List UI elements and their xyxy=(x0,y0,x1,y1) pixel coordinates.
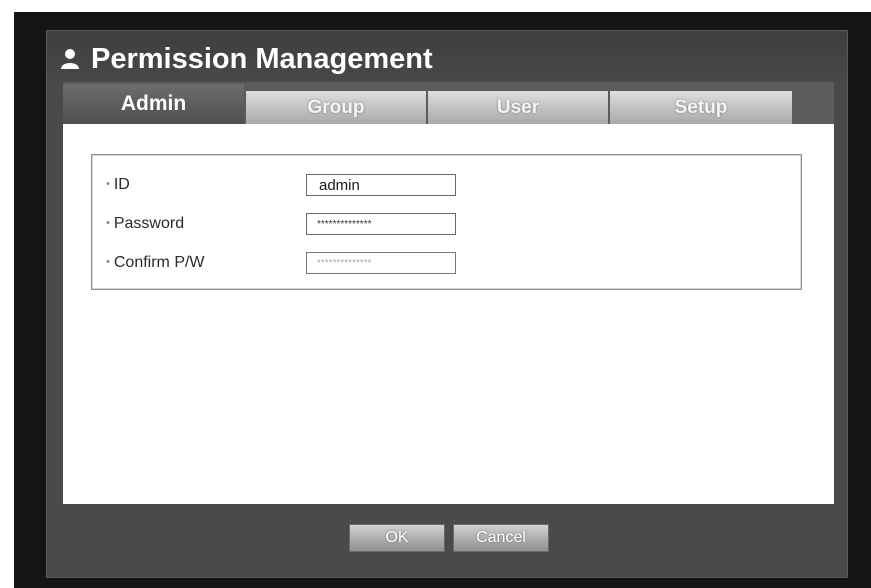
tab-content-admin: • ID admin • Password ************** • Conf… xyxy=(63,124,834,504)
tab-admin-label: Admin xyxy=(120,92,187,115)
id-row: • ID admin xyxy=(106,173,456,197)
tab-user-label: User xyxy=(496,96,540,118)
tab-setup-label: Setup xyxy=(674,96,728,118)
tab-user[interactable]: User xyxy=(428,91,608,124)
permission-management-dialog: Permission Management Admin Group User S… xyxy=(46,30,848,578)
id-input[interactable]: admin xyxy=(306,174,456,196)
tab-setup[interactable]: Setup xyxy=(610,91,792,124)
password-input[interactable]: ************** xyxy=(306,213,456,235)
dialog-title: Permission Management xyxy=(91,42,433,75)
title-bar: Permission Management xyxy=(47,35,847,83)
dialog-footer: OK Cancel xyxy=(47,511,847,571)
password-row: • Password ************** xyxy=(106,212,456,236)
tab-group-label: Group xyxy=(307,96,365,118)
password-label: Password xyxy=(113,215,185,232)
tab-admin[interactable]: Admin xyxy=(63,84,244,124)
ok-button[interactable]: OK xyxy=(349,524,445,552)
user-icon xyxy=(61,49,79,69)
confirm-password-row: • Confirm P/W ************** xyxy=(106,251,456,275)
tab-bar: Admin Group User Setup xyxy=(63,82,834,124)
confirm-password-label: Confirm P/W xyxy=(113,254,205,271)
confirm-password-input[interactable]: ************** xyxy=(306,252,456,274)
cancel-button[interactable]: Cancel xyxy=(453,524,549,552)
admin-credentials-group: • ID admin • Password ************** • Conf… xyxy=(91,154,802,290)
id-label: ID xyxy=(113,176,130,193)
tab-group[interactable]: Group xyxy=(246,91,426,124)
